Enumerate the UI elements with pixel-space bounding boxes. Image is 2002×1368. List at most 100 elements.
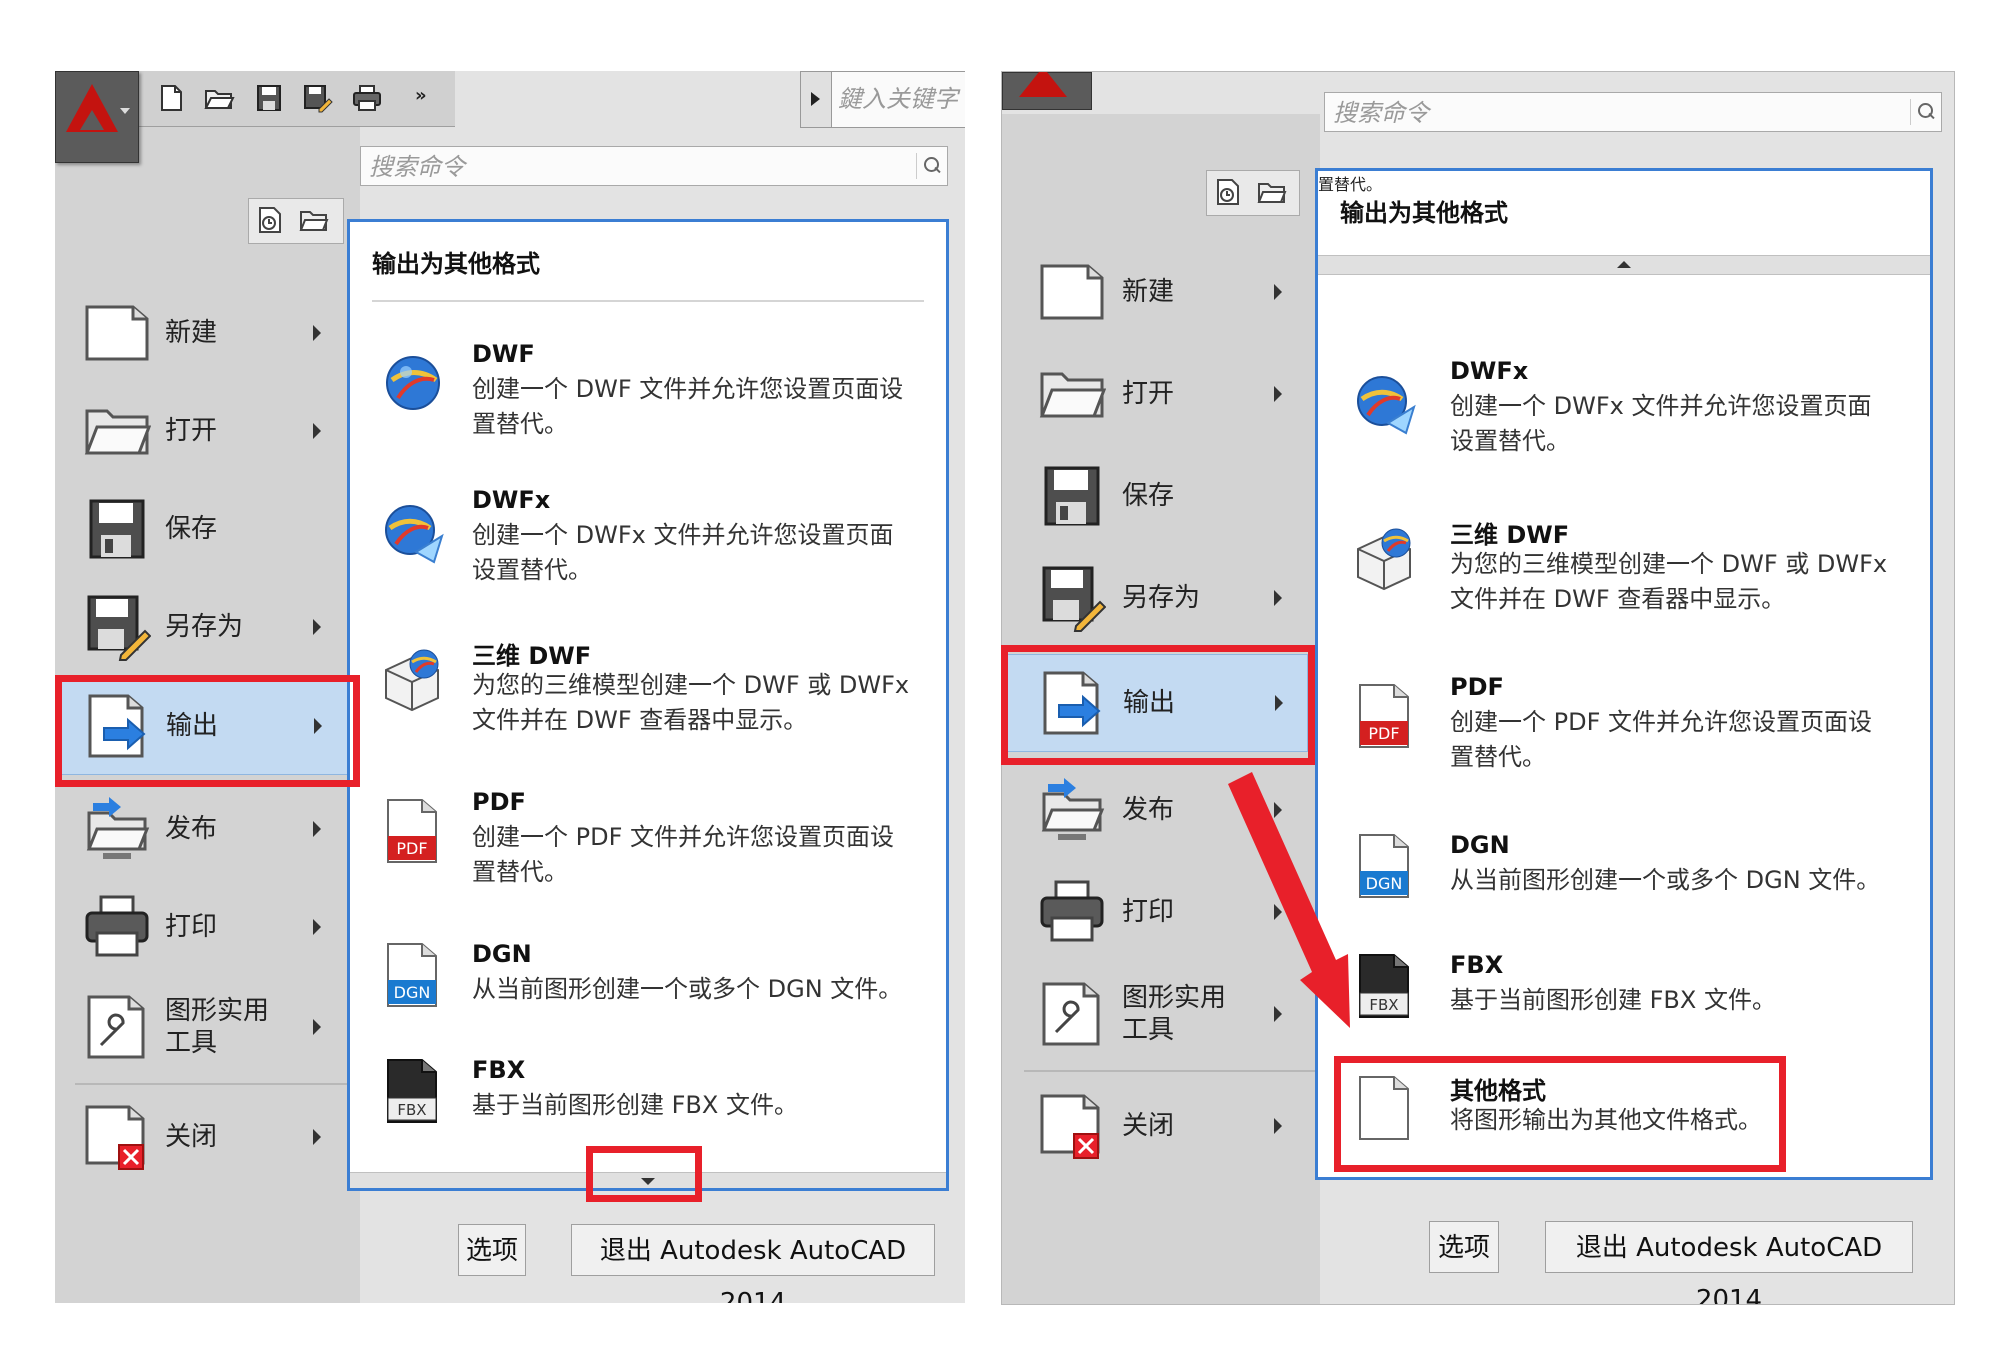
menu-item-label: 新建 <box>165 318 218 348</box>
item-desc: 设置替代。 <box>1450 427 1570 455</box>
chevron-down-icon <box>120 108 130 114</box>
export-item-pdf[interactable]: PDF PDF 创建一个 PDF 文件并允许您设置页面设 置替代。 <box>350 780 946 910</box>
chevron-right-icon <box>313 1019 321 1035</box>
menu-item-publish[interactable]: 发布 <box>55 781 360 877</box>
drawing-utilities-icon <box>87 995 145 1059</box>
more-icon[interactable]: » <box>415 85 427 106</box>
options-button[interactable]: 选项 <box>458 1224 526 1276</box>
flyout-header: 输出为其他格式 <box>372 250 540 278</box>
recent-documents-icon[interactable] <box>255 205 285 235</box>
export-item-dwfx[interactable]: DWFx 创建一个 DWFx 文件并允许您设置页面 设置替代。 <box>1318 351 1930 481</box>
exit-autocad-button[interactable]: 退出 Autodesk AutoCAD 2014 <box>1545 1221 1913 1304</box>
menu-item-new[interactable]: 新建 <box>1002 244 1320 340</box>
search-placeholder: 搜索命令 <box>1333 99 1429 127</box>
close-doc-icon <box>1040 1094 1100 1159</box>
publish-icon <box>86 797 150 859</box>
menu-item-save-as[interactable]: 另存为 <box>55 579 360 675</box>
search-icon[interactable] <box>1910 99 1937 125</box>
menu-item-save[interactable]: 保存 <box>1002 448 1320 544</box>
menu-item-print[interactable]: 打印 <box>1002 864 1320 960</box>
autocad-application-button[interactable] <box>1002 72 1092 110</box>
menu-item-print[interactable]: 打印 <box>55 879 360 975</box>
svg-text:FBX: FBX <box>1369 996 1398 1014</box>
application-menu-panel-2: 搜索命令 新建 打开 保存 另存为 输出 发布 打印 图形实用 工具 关闭 输出… <box>1001 71 1955 1305</box>
export-item-fbx[interactable]: FBX FBX 基于当前图形创建 FBX 文件。 <box>350 1048 946 1148</box>
menu-item-label: 图形实用 工具 <box>1122 983 1227 1045</box>
options-button[interactable]: 选项 <box>1429 1221 1499 1273</box>
menu-item-drawing-utilities[interactable]: 图形实用 工具 <box>55 979 360 1075</box>
menu-item-drawing-utilities[interactable]: 图形实用 工具 <box>1002 966 1320 1062</box>
new-icon[interactable] <box>155 83 187 113</box>
menu-item-open[interactable]: 打开 <box>1002 346 1320 442</box>
chevron-right-icon <box>1274 904 1282 920</box>
export-item-fbx[interactable]: FBX FBX 基于当前图形创建 FBX 文件。 <box>1318 943 1930 1043</box>
scroll-down-button[interactable] <box>350 1172 946 1188</box>
search-command-input[interactable]: 搜索命令 <box>360 146 948 186</box>
printer-icon <box>85 895 149 957</box>
save-as-icon <box>87 595 151 661</box>
publish-icon <box>1041 778 1105 840</box>
flyout-header: 输出为其他格式 <box>1340 199 1508 227</box>
item-desc-partial: 置替代。 <box>1318 175 1383 194</box>
export-item-dgn[interactable]: DGN DGN 从当前图形创建一个或多个 DGN 文件。 <box>350 932 946 1032</box>
save-icon[interactable] <box>253 83 285 113</box>
menu-item-save-as[interactable]: 另存为 <box>1002 550 1320 646</box>
print-icon[interactable] <box>351 83 383 113</box>
item-title: DGN <box>1450 831 1510 859</box>
save-as-icon[interactable] <box>301 83 333 113</box>
open-documents-icon[interactable] <box>299 205 329 235</box>
export-item-3d-dwf[interactable]: 三维 DWF 为您的三维模型创建一个 DWF 或 DWFx 文件并在 DWF 查… <box>1318 507 1930 637</box>
export-item-dgn[interactable]: DGN DGN 从当前图形创建一个或多个 DGN 文件。 <box>1318 823 1930 923</box>
export-item-other-formats[interactable]: 其他格式 将图形输出为其他文件格式。 <box>1318 1063 1930 1163</box>
other-format-doc-icon <box>1359 1076 1409 1140</box>
menu-item-label: 关闭 <box>165 1122 218 1152</box>
open-icon[interactable] <box>203 83 235 113</box>
keyword-input[interactable]: 鍵入关键字 <box>831 71 965 128</box>
item-desc: 设置替代。 <box>472 556 592 584</box>
new-doc-icon <box>1040 264 1104 320</box>
recent-open-toggle[interactable] <box>248 198 344 244</box>
export-item-dwf[interactable]: DWF 创建一个 DWF 文件并允许您设置页面设 置替代。 <box>350 332 946 462</box>
export-item-3d-dwf[interactable]: 三维 DWF 为您的三维模型创建一个 DWF 或 DWFx 文件并在 DWF 查… <box>350 628 946 758</box>
chevron-right-icon <box>1274 386 1282 402</box>
menu-item-label: 打开 <box>165 416 218 446</box>
menu-divider <box>1024 1070 1320 1072</box>
menu-item-label: 图形实用 工具 <box>165 996 270 1058</box>
chevron-right-icon <box>1274 802 1282 818</box>
menu-item-close[interactable]: 关闭 <box>55 1089 360 1185</box>
menu-item-close[interactable]: 关闭 <box>1002 1078 1320 1174</box>
scroll-up-button[interactable] <box>1318 255 1930 275</box>
export-item-dwfx[interactable]: DWFx 创建一个 DWFx 文件并允许您设置页面 设置替代。 <box>350 480 946 610</box>
menu-item-export[interactable]: 输出 <box>1002 654 1308 752</box>
menu-item-label: 保存 <box>1122 481 1175 511</box>
menu-item-label: 打印 <box>165 912 218 942</box>
menu-item-open[interactable]: 打开 <box>55 383 360 479</box>
export-item-pdf[interactable]: PDF PDF 创建一个 PDF 文件并允许您设置页面设 置替代。 <box>1318 665 1930 795</box>
menu-item-publish[interactable]: 发布 <box>1002 762 1320 858</box>
close-doc-icon <box>85 1105 145 1170</box>
export-icon <box>1043 671 1101 735</box>
search-command-input[interactable]: 搜索命令 <box>1324 92 1942 132</box>
autocad-application-button[interactable] <box>55 71 139 163</box>
flyout-divider <box>372 300 924 302</box>
dwfx-globe-icon <box>1357 376 1416 435</box>
item-title: PDF <box>1450 673 1504 701</box>
expand-arrow-icon[interactable] <box>800 71 832 128</box>
chevron-right-icon <box>1274 590 1282 606</box>
item-desc: 创建一个 PDF 文件并允许您设置页面设 <box>1450 708 1873 736</box>
exit-autocad-button[interactable]: 退出 Autodesk AutoCAD 2014 <box>571 1224 935 1303</box>
item-title: PDF <box>472 788 526 816</box>
recent-documents-icon[interactable] <box>1213 177 1243 207</box>
dwfx-globe-icon <box>385 505 444 564</box>
menu-item-save[interactable]: 保存 <box>55 481 360 577</box>
chevron-right-icon <box>313 1129 321 1145</box>
recent-open-toggle[interactable] <box>1206 170 1300 216</box>
open-documents-icon[interactable] <box>1257 177 1287 207</box>
autocad-logo-icon <box>1019 72 1067 97</box>
search-icon[interactable] <box>916 153 943 179</box>
chevron-right-icon <box>313 325 321 341</box>
menu-item-new[interactable]: 新建 <box>55 285 360 381</box>
chevron-right-icon <box>313 423 321 439</box>
menu-item-label: 发布 <box>1122 795 1175 825</box>
menu-item-export[interactable]: 输出 <box>55 677 349 775</box>
